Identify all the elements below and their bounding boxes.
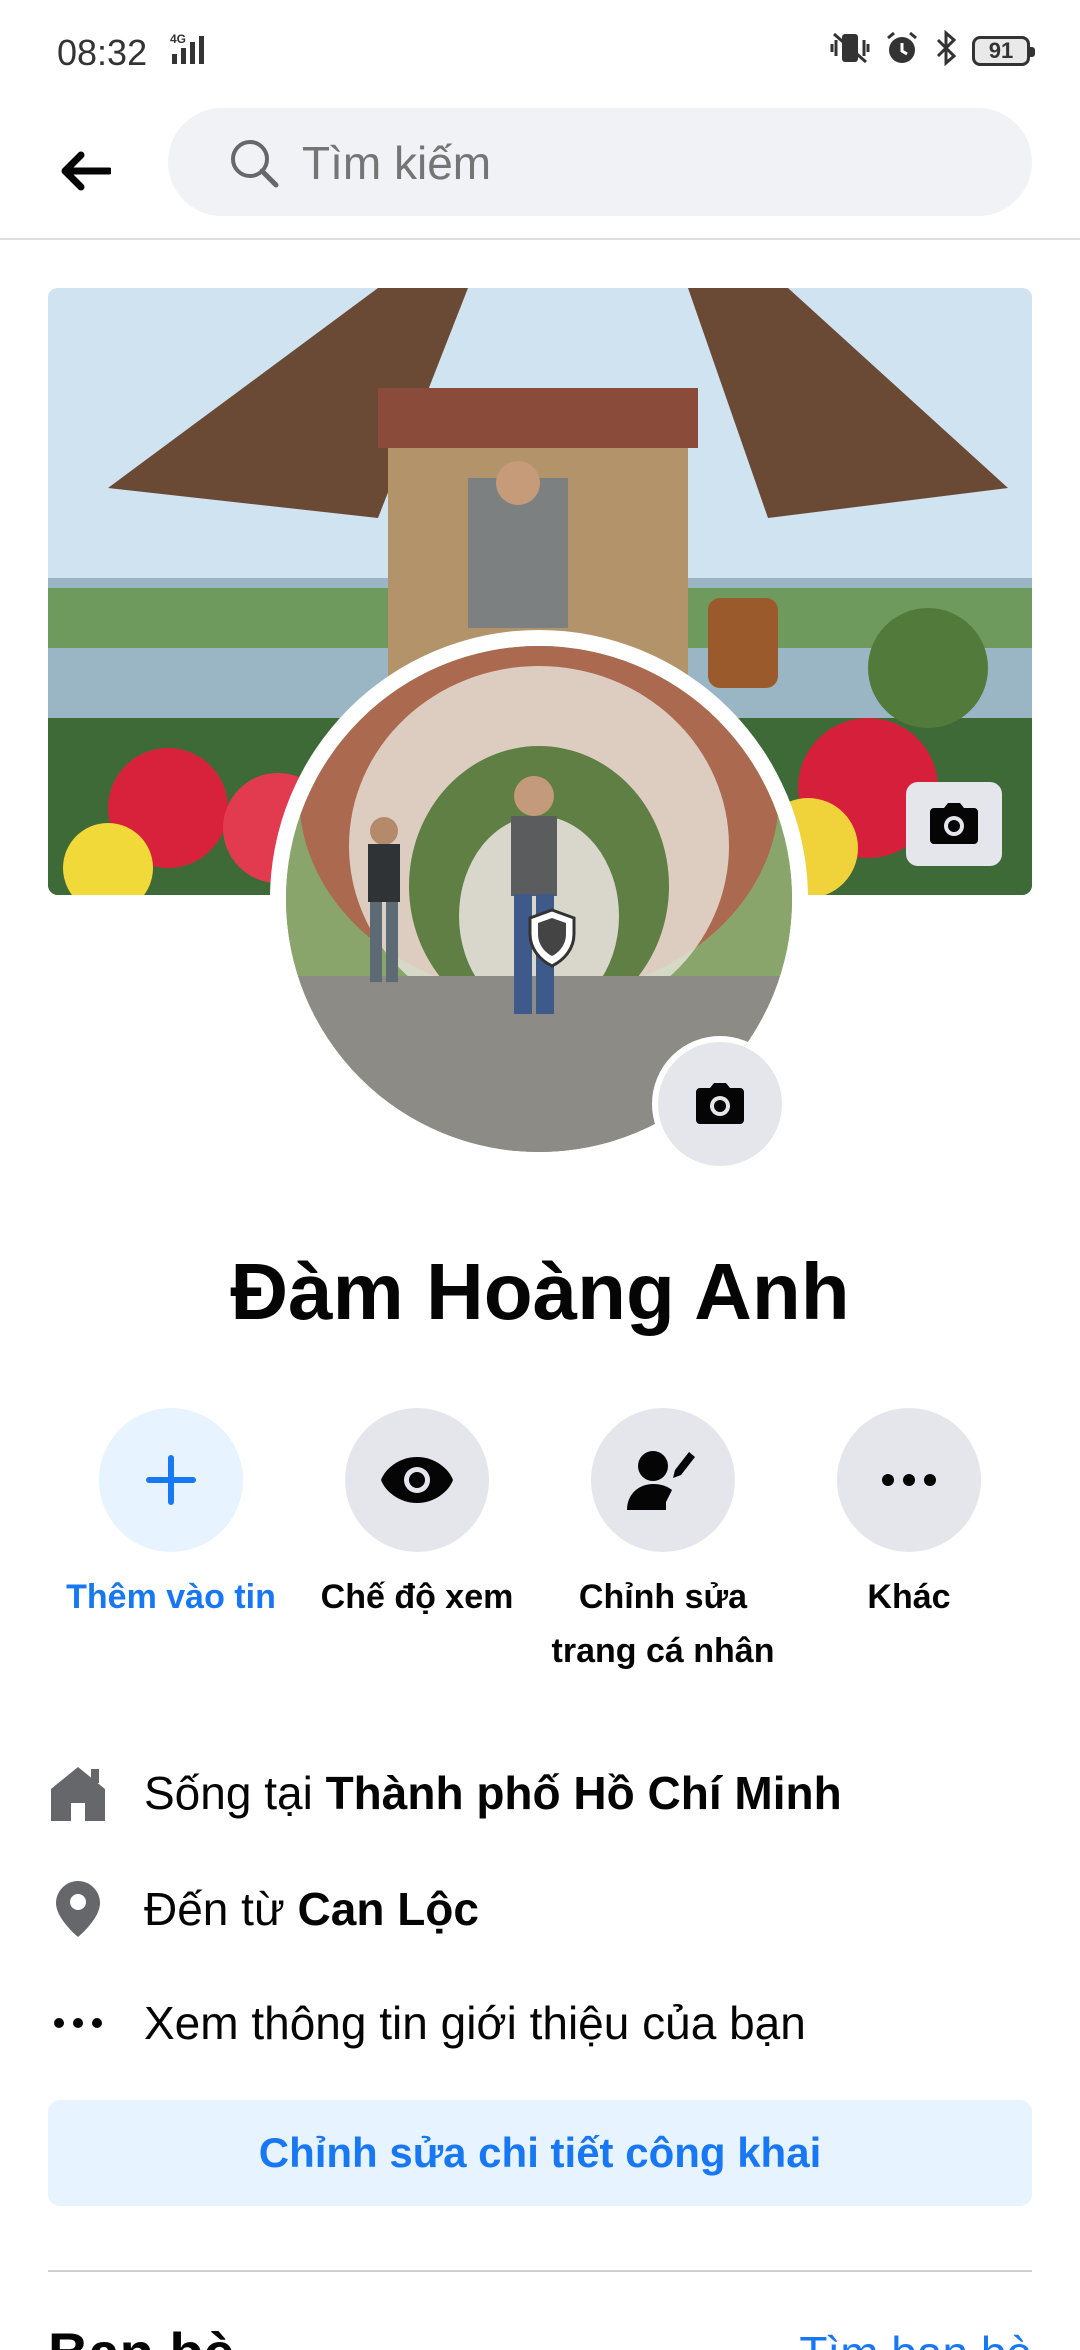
from-text: Đến từ Can Lộc [144,1882,479,1936]
status-bar: 08:32 4G 91 [0,0,1080,100]
location-pin-icon [48,1879,108,1939]
profile-camera-button[interactable] [652,1036,788,1172]
add-to-story-button[interactable]: Thêm vào tin [51,1408,291,1624]
more-icon [882,1474,936,1486]
add-to-story-circle[interactable] [99,1408,243,1552]
info-about[interactable]: Xem thông tin giới thiệu của bạn [48,1978,1048,2068]
from-value[interactable]: Can Lộc [298,1883,479,1935]
add-to-story-label: Thêm vào tin [66,1578,276,1616]
battery-icon: 91 [972,35,1035,66]
find-friends-link[interactable]: Tìm bạn bè [799,2326,1032,2350]
edit-profile-label: Chỉnh sửa trang cá nhân [543,1570,783,1678]
svg-text:4G: 4G [170,32,186,46]
top-bar [0,100,1080,240]
view-as-label: Chế độ xem [320,1578,514,1616]
camera-icon [696,1083,744,1124]
alarm-icon [884,30,920,71]
search-icon [228,137,280,194]
edit-profile-label-line1: Chỉnh sửa [578,1578,748,1616]
friends-header: Bạn bè Tìm bạn bè [48,2320,1032,2350]
from-prefix: Đến từ [144,1883,298,1935]
camera-icon [930,803,978,844]
edit-profile-label-line2: trang cá nhân [551,1632,775,1670]
bluetooth-icon [934,29,958,71]
status-time: 08:32 [57,32,148,73]
edit-public-details-button[interactable]: Chỉnh sửa chi tiết công khai [48,2100,1032,2206]
status-icons: 91 [830,29,1035,71]
info-lives-in: Sống tại Thành phố Hồ Chí Minh [48,1748,1048,1838]
edit-profile-icon [627,1451,695,1510]
more-dots-icon [48,1993,108,2053]
divider [48,2270,1032,2272]
arrow-left-icon [61,151,111,191]
lives-in-value[interactable]: Thành phố Hồ Chí Minh [326,1767,842,1819]
search-input[interactable] [300,108,1004,218]
profile-guard-shield-icon [526,908,578,973]
about-text[interactable]: Xem thông tin giới thiệu của bạn [144,1996,806,2050]
view-as-button[interactable]: Chế độ xem [297,1408,537,1624]
back-button[interactable] [50,136,120,206]
cover-camera-button[interactable] [906,782,1002,866]
lives-in-prefix: Sống tại [144,1767,326,1819]
home-icon [48,1763,108,1823]
edit-profile-button[interactable]: Chỉnh sửa trang cá nhân [543,1408,783,1678]
signal-icon: 4G [170,30,220,71]
info-from: Đến từ Can Lộc [48,1864,1048,1954]
lives-in-text: Sống tại Thành phố Hồ Chí Minh [144,1766,842,1820]
friends-title: Bạn bè [48,2320,235,2350]
more-label: Khác [867,1578,951,1616]
edit-profile-circle[interactable] [591,1408,735,1552]
view-as-circle[interactable] [345,1408,489,1552]
plus-icon [146,1455,196,1505]
profile-name: Đàm Hoàng Anh [230,1247,850,1336]
more-circle[interactable] [837,1408,981,1552]
vibrate-icon [830,30,870,71]
more-button[interactable]: Khác [789,1408,1029,1624]
search-bar[interactable] [168,108,1032,218]
profile-actions: Thêm vào tin Chế độ xem Chỉnh sửa trang … [0,1408,1080,1678]
eye-icon [381,1457,453,1503]
